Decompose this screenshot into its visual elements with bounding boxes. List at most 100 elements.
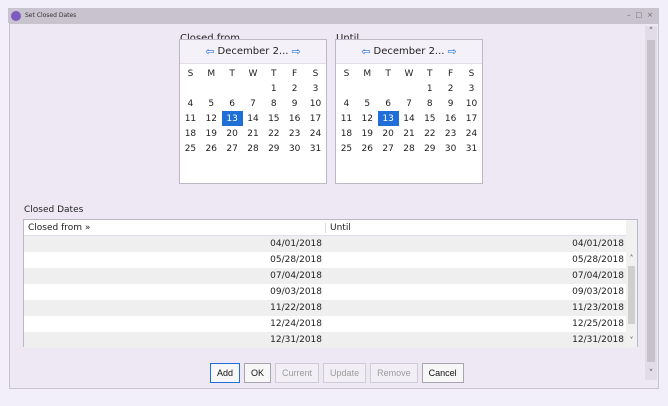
day-cell[interactable]: 18 <box>180 126 201 141</box>
day-cell[interactable]: 31 <box>305 141 326 156</box>
day-cell[interactable]: 18 <box>336 126 357 141</box>
day-cell[interactable]: 1 <box>263 81 284 96</box>
column-header-until[interactable]: Until <box>326 223 626 233</box>
chevron-down-icon[interactable]: ˅ <box>626 336 637 346</box>
day-cell[interactable]: 4 <box>336 96 357 111</box>
day-cell[interactable] <box>336 81 357 96</box>
day-cell[interactable] <box>180 81 201 96</box>
cancel-button[interactable]: Cancel <box>421 363 464 383</box>
day-cell[interactable]: 3 <box>305 81 326 96</box>
day-cell[interactable]: 12 <box>201 111 222 126</box>
table-row[interactable]: 12/24/2018 12/25/2018 <box>24 316 637 332</box>
selected-day-cell[interactable]: 13 <box>221 111 243 126</box>
day-cell[interactable]: 8 <box>263 96 284 111</box>
day-cell[interactable]: 3 <box>461 81 482 96</box>
day-cell[interactable]: 2 <box>440 81 461 96</box>
ok-button[interactable]: OK <box>244 363 272 383</box>
day-cell[interactable]: 10 <box>305 96 326 111</box>
day-cell[interactable]: 9 <box>284 96 305 111</box>
day-cell[interactable]: 21 <box>399 126 420 141</box>
table-row[interactable]: 09/03/2018 09/03/2018 <box>24 284 637 300</box>
day-cell[interactable]: 11 <box>180 111 201 126</box>
day-cell[interactable]: 5 <box>357 96 378 111</box>
day-cell[interactable]: 29 <box>263 141 284 156</box>
close-button[interactable]: × <box>647 12 653 19</box>
day-cell[interactable]: 17 <box>305 111 326 126</box>
closed-dates-table[interactable]: Closed from » Until 04/01/2018 04/01/201… <box>23 219 638 348</box>
arrow-left-icon[interactable]: ⇦ <box>361 45 370 58</box>
day-cell[interactable]: 16 <box>440 111 461 126</box>
day-cell[interactable]: 23 <box>284 126 305 141</box>
day-cell[interactable]: 28 <box>399 141 420 156</box>
table-scrollbar[interactable]: ˄ ˅ <box>626 220 637 346</box>
dialog-scrollbar[interactable]: ˄ ˅ <box>645 26 657 380</box>
day-cell[interactable]: 20 <box>222 126 243 141</box>
day-cell[interactable]: 19 <box>201 126 222 141</box>
add-button[interactable]: Add <box>210 363 241 383</box>
day-cell[interactable]: 19 <box>357 126 378 141</box>
day-cell[interactable]: 7 <box>399 96 420 111</box>
dialog-scroll-thumb[interactable] <box>647 40 655 362</box>
day-cell[interactable]: 20 <box>378 126 399 141</box>
day-cell[interactable]: 30 <box>440 141 461 156</box>
day-cell[interactable]: 21 <box>243 126 264 141</box>
current-button[interactable]: Current <box>275 363 320 383</box>
scroll-up-icon[interactable]: ˄ <box>645 26 657 38</box>
day-cell[interactable]: 23 <box>440 126 461 141</box>
day-cell[interactable]: 5 <box>201 96 222 111</box>
day-cell[interactable]: 14 <box>399 111 420 126</box>
day-cell[interactable]: 16 <box>284 111 305 126</box>
day-cell[interactable] <box>201 81 222 96</box>
table-row[interactable]: 12/31/2018 12/31/2018 <box>24 332 637 348</box>
table-row[interactable]: 07/04/2018 07/04/2018 <box>24 268 637 284</box>
minimize-button[interactable]: – <box>627 12 631 19</box>
day-cell[interactable]: 25 <box>180 141 201 156</box>
column-header-closed-from[interactable]: Closed from » <box>24 222 326 233</box>
day-cell[interactable] <box>222 81 243 96</box>
day-cell[interactable]: 24 <box>305 126 326 141</box>
day-cell[interactable]: 28 <box>243 141 264 156</box>
day-cell[interactable] <box>399 81 420 96</box>
day-cell[interactable]: 27 <box>378 141 399 156</box>
table-row[interactable]: 04/01/2018 04/01/2018 <box>24 236 637 252</box>
day-cell[interactable]: 27 <box>222 141 243 156</box>
maximize-button[interactable]: □ <box>636 12 643 19</box>
day-cell[interactable]: 8 <box>419 96 440 111</box>
day-cell[interactable]: 29 <box>419 141 440 156</box>
arrow-right-icon[interactable]: ⇨ <box>447 45 456 58</box>
until-calendar[interactable]: ⇦ December 2... ⇨ S M T W T F S 1 2 3 4 … <box>335 39 483 184</box>
chevron-up-icon[interactable]: ˄ <box>626 254 637 264</box>
day-cell[interactable] <box>243 81 264 96</box>
day-cell[interactable]: 10 <box>461 96 482 111</box>
day-cell[interactable]: 1 <box>419 81 440 96</box>
day-cell[interactable]: 26 <box>201 141 222 156</box>
day-cell[interactable]: 6 <box>222 96 243 111</box>
table-scroll-thumb[interactable] <box>628 266 635 324</box>
day-cell[interactable] <box>378 81 399 96</box>
day-cell[interactable]: 4 <box>180 96 201 111</box>
table-row[interactable]: 11/22/2018 11/23/2018 <box>24 300 637 316</box>
day-cell[interactable]: 25 <box>336 141 357 156</box>
day-cell[interactable]: 7 <box>243 96 264 111</box>
day-cell[interactable]: 6 <box>378 96 399 111</box>
arrow-right-icon[interactable]: ⇨ <box>291 45 300 58</box>
day-cell[interactable]: 2 <box>284 81 305 96</box>
arrow-left-icon[interactable]: ⇦ <box>205 45 214 58</box>
day-cell[interactable] <box>357 81 378 96</box>
day-cell[interactable]: 31 <box>461 141 482 156</box>
closed-from-calendar[interactable]: ⇦ December 2... ⇨ S M T W T F S 1 2 3 4 … <box>179 39 327 184</box>
selected-day-cell[interactable]: 13 <box>377 111 399 126</box>
table-row[interactable]: 05/28/2018 05/28/2018 <box>24 252 637 268</box>
scroll-down-icon[interactable]: ˅ <box>645 368 657 380</box>
remove-button[interactable]: Remove <box>370 363 418 383</box>
day-cell[interactable]: 24 <box>461 126 482 141</box>
day-cell[interactable]: 12 <box>357 111 378 126</box>
day-cell[interactable]: 22 <box>263 126 284 141</box>
day-cell[interactable]: 26 <box>357 141 378 156</box>
day-cell[interactable]: 22 <box>419 126 440 141</box>
day-cell[interactable]: 14 <box>243 111 264 126</box>
day-cell[interactable]: 15 <box>263 111 284 126</box>
day-cell[interactable]: 17 <box>461 111 482 126</box>
update-button[interactable]: Update <box>323 363 367 383</box>
day-cell[interactable]: 30 <box>284 141 305 156</box>
